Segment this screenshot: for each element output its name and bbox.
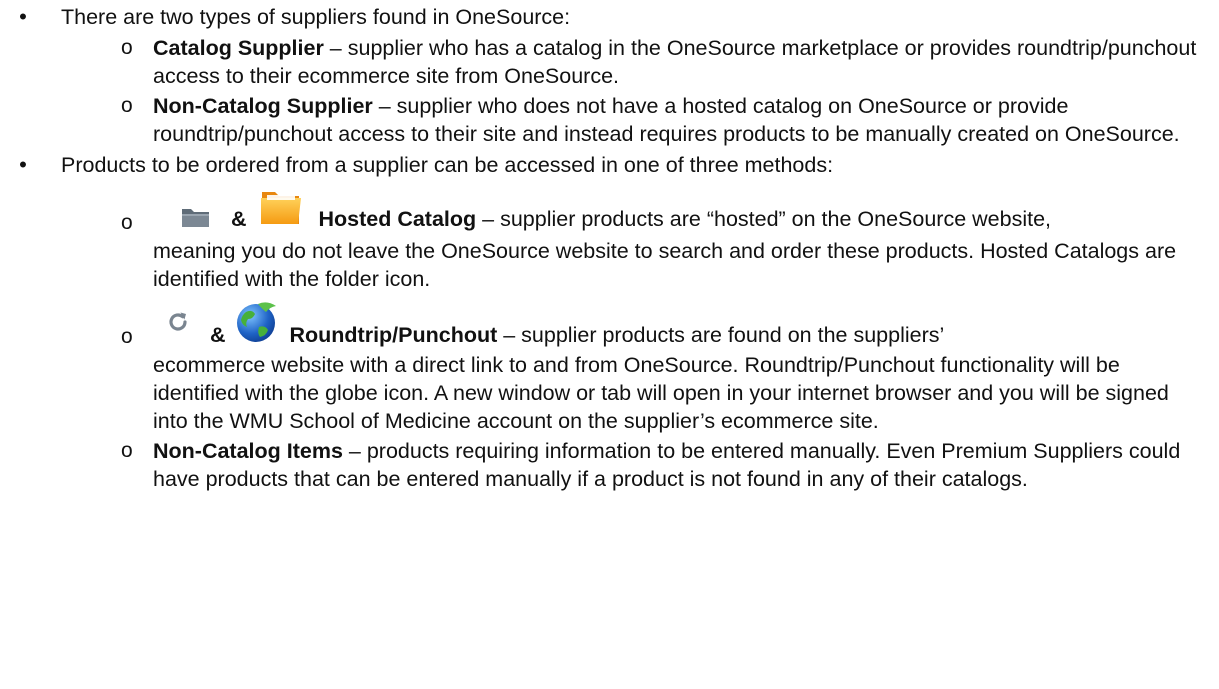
document: • There are two types of suppliers found… xyxy=(0,3,1219,689)
bullet-text: There are two types of suppliers found i… xyxy=(61,5,571,29)
bullet-item: • Products to be ordered from a supplier… xyxy=(19,151,1219,179)
sub-bullet-marker: o xyxy=(121,211,133,234)
amp-label: & xyxy=(230,207,247,231)
method-description: ecommerce website with a direct link to … xyxy=(153,353,1169,433)
bullet-marker: • xyxy=(19,152,27,177)
sub-bullet-item: o & xyxy=(121,181,1219,237)
bullet-marker: • xyxy=(19,4,27,29)
method-description-first: – supplier products are found on the sup… xyxy=(497,323,945,347)
globe-icon xyxy=(234,298,280,351)
folder-orange-icon xyxy=(257,182,305,237)
icon-line: & Hosted Catalog – supplier products are… xyxy=(153,182,1205,237)
method-description: meaning you do not leave the OneSource w… xyxy=(153,239,1177,291)
sub-bullet-continuation: meaning you do not leave the OneSource w… xyxy=(153,237,1219,293)
sub-bullet-item: o & xyxy=(121,295,1219,351)
sub-bullet-item: o Catalog Supplier – supplier who has a … xyxy=(121,34,1219,90)
sub-bullet-item: o Non-Catalog Items – products requiring… xyxy=(121,437,1219,493)
sub-bullet-item: o Non-Catalog Supplier – supplier who do… xyxy=(121,92,1219,148)
method-label: Non-Catalog Items xyxy=(153,439,343,463)
folder-gray-icon xyxy=(181,206,211,235)
amp-label: & xyxy=(209,323,226,347)
icon-line: & Roundtrip/Punchout – supplier products… xyxy=(153,298,1205,351)
sub-bullet-marker: o xyxy=(121,439,133,462)
method-label: Hosted Catalog xyxy=(318,207,477,231)
method-label: Roundtrip/Punchout xyxy=(289,323,498,347)
bullet-text: Products to be ordered from a supplier c… xyxy=(61,153,834,177)
term-label: Non-Catalog Supplier xyxy=(153,94,373,118)
sub-bullet-marker: o xyxy=(121,36,133,59)
refresh-icon xyxy=(166,310,190,341)
bullet-item: • There are two types of suppliers found… xyxy=(19,3,1219,31)
sub-bullet-marker: o xyxy=(121,94,133,117)
sub-bullet-marker: o xyxy=(121,325,133,348)
sub-bullet-continuation: ecommerce website with a direct link to … xyxy=(153,351,1219,435)
method-description-first: – supplier products are “hosted” on the … xyxy=(476,207,1052,231)
term-label: Catalog Supplier xyxy=(153,36,324,60)
